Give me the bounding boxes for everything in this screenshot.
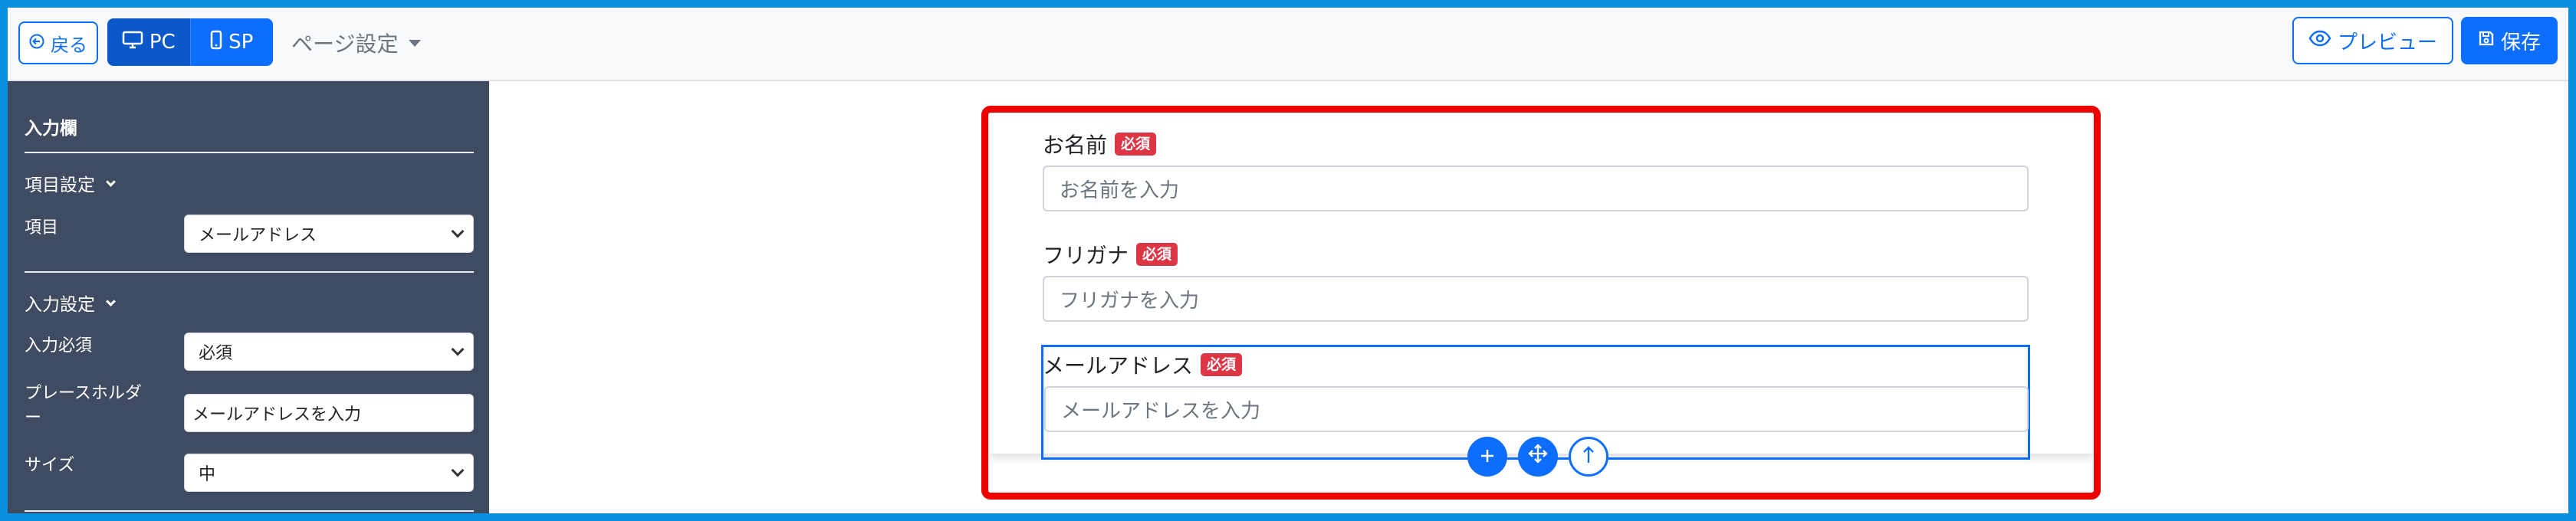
required-select-value: 必須	[199, 344, 233, 363]
sidebar-title: 入力欄	[25, 119, 77, 139]
divider	[25, 271, 474, 273]
item-select-value: メールアドレス	[199, 226, 317, 245]
divider	[25, 152, 474, 153]
placeholder-label-line2: ー	[25, 408, 42, 428]
chevron-down-icon	[106, 176, 116, 187]
phone-icon	[210, 30, 222, 55]
save-button[interactable]: 保存	[2461, 17, 2558, 64]
device-toggle: PC SP	[107, 18, 273, 66]
item-settings-label: 項目設定	[25, 175, 95, 195]
sp-view-button[interactable]: SP	[189, 18, 273, 66]
top-toolbar: 戻る PC SP ページ設定 プレビュー 保存	[8, 8, 2568, 81]
item-settings-toggle[interactable]: 項目設定	[25, 170, 116, 196]
item-select[interactable]: メールアドレス	[184, 215, 474, 253]
floppy-disk-icon	[2478, 29, 2495, 52]
settings-sidebar: 入力欄 項目設定 項目 メールアドレス 入力設定 入力必須 必須 プレースホルダ…	[8, 81, 489, 513]
placeholder-label-line1: プレースホルダ	[25, 384, 142, 403]
required-label: 入力必須	[25, 336, 93, 356]
item-label: 項目	[25, 218, 59, 238]
sp-view-label: SP	[228, 31, 254, 54]
back-button[interactable]: 戻る	[18, 21, 98, 64]
size-select-value: 中	[199, 465, 216, 484]
pc-view-label: PC	[149, 31, 176, 54]
input-settings-label: 入力設定	[25, 295, 95, 315]
highlight-box	[981, 106, 2101, 500]
monitor-icon	[122, 31, 143, 54]
placeholder-label: プレースホルダ ー	[25, 382, 142, 431]
pc-view-button[interactable]: PC	[107, 18, 190, 66]
caret-down-icon	[409, 39, 422, 47]
placeholder-input[interactable]: メールアドレスを入力	[184, 394, 474, 432]
placeholder-input-value: メールアドレスを入力	[192, 405, 362, 424]
input-settings-toggle[interactable]: 入力設定	[25, 290, 116, 316]
preview-button-label: プレビュー	[2337, 31, 2437, 54]
divider	[25, 510, 474, 512]
required-select[interactable]: 必須	[184, 333, 474, 371]
app-window: 戻る PC SP ページ設定 プレビュー 保存 入力欄 項目設定 項目 メールア…	[8, 8, 2568, 513]
preview-button[interactable]: プレビュー	[2292, 17, 2453, 64]
size-label: サイズ	[25, 456, 75, 475]
back-button-label: 戻る	[51, 34, 87, 56]
page-settings-label: ページ設定	[291, 31, 399, 57]
eye-icon	[2308, 29, 2331, 52]
arrow-left-icon	[29, 32, 44, 54]
chevron-down-icon	[106, 296, 116, 306]
page-settings-dropdown[interactable]: ページ設定	[291, 28, 422, 58]
save-button-label: 保存	[2500, 31, 2541, 54]
size-select[interactable]: 中	[184, 454, 474, 492]
